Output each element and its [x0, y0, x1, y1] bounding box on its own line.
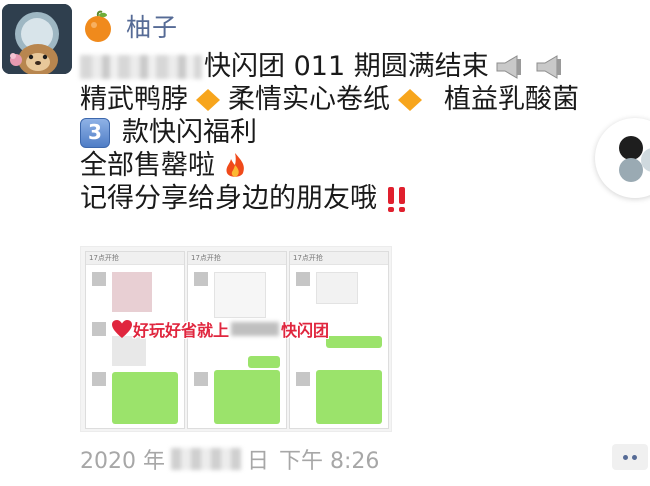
- product-name: 植益乳酸菌: [444, 84, 579, 115]
- raccoon-avatar-icon: [2, 4, 72, 74]
- timestamp-day: 日: [246, 449, 269, 474]
- diamond-icon: [398, 88, 422, 111]
- image-banner: 好玩好省就上 快闪团: [111, 316, 329, 342]
- chat-screenshot-title: 17点开抢: [86, 252, 184, 265]
- announcement-text: 快闪团 011 期圆满结束: [204, 51, 489, 82]
- dot-icon: [632, 454, 637, 460]
- post-timestamp: 2020 年 日 下午 8:26: [80, 444, 379, 474]
- double-exclamation-icon: [388, 186, 405, 212]
- banner-prefix: 好玩好省就上: [133, 321, 230, 340]
- dot-icon: [623, 454, 628, 460]
- more-options-button[interactable]: [612, 444, 648, 470]
- orange-icon: [85, 10, 111, 42]
- floating-widget[interactable]: [595, 118, 650, 198]
- keycap-icon: 3: [80, 117, 110, 148]
- redacted-text: [170, 448, 241, 470]
- heart-icon: [112, 320, 132, 338]
- post-line-4: 全部售罄啦: [80, 149, 640, 182]
- redacted-text: [80, 54, 202, 79]
- post-line-2: 精武鸭脖 柔情实心卷纸 植益乳酸菌: [80, 83, 640, 116]
- megaphone-icon: [496, 54, 521, 79]
- product-name: 精武鸭脖: [80, 84, 188, 115]
- floating-ball-icon: [619, 136, 650, 182]
- diamond-icon: [196, 88, 220, 111]
- redacted-text: [231, 322, 280, 336]
- product-name: 柔情实心卷纸: [228, 84, 390, 115]
- fire-icon: [226, 152, 244, 177]
- post-line-1: 快闪团 011 期圆满结束: [80, 50, 640, 83]
- timestamp-year: 2020 年: [80, 449, 165, 474]
- chat-screenshot-title: 17点开抢: [290, 252, 388, 265]
- author-name[interactable]: 柚子: [126, 8, 178, 44]
- megaphone-icon: [536, 54, 561, 79]
- sold-out-text: 全部售罄啦: [80, 150, 215, 181]
- post-line-3: 3 款快闪福利: [80, 116, 640, 149]
- chat-screenshot-title: 17点开抢: [188, 252, 286, 265]
- avatar[interactable]: [2, 4, 72, 74]
- banner-suffix: 快闪团: [281, 321, 330, 340]
- timestamp-time: 下午 8:26: [279, 449, 380, 474]
- share-text: 记得分享给身边的朋友哦: [80, 183, 377, 214]
- post-line-5: 记得分享给身边的朋友哦: [80, 182, 640, 215]
- offer-count-text: 款快闪福利: [122, 117, 257, 148]
- post-text: 快闪团 011 期圆满结束 精武鸭脖 柔情实心卷纸 植益乳酸菌 3 款快闪福利 …: [80, 50, 640, 215]
- author-row: 柚子: [80, 6, 178, 46]
- post-image[interactable]: 17点开抢 17点开抢 17点开抢 好玩好省就上 快闪团: [80, 246, 392, 432]
